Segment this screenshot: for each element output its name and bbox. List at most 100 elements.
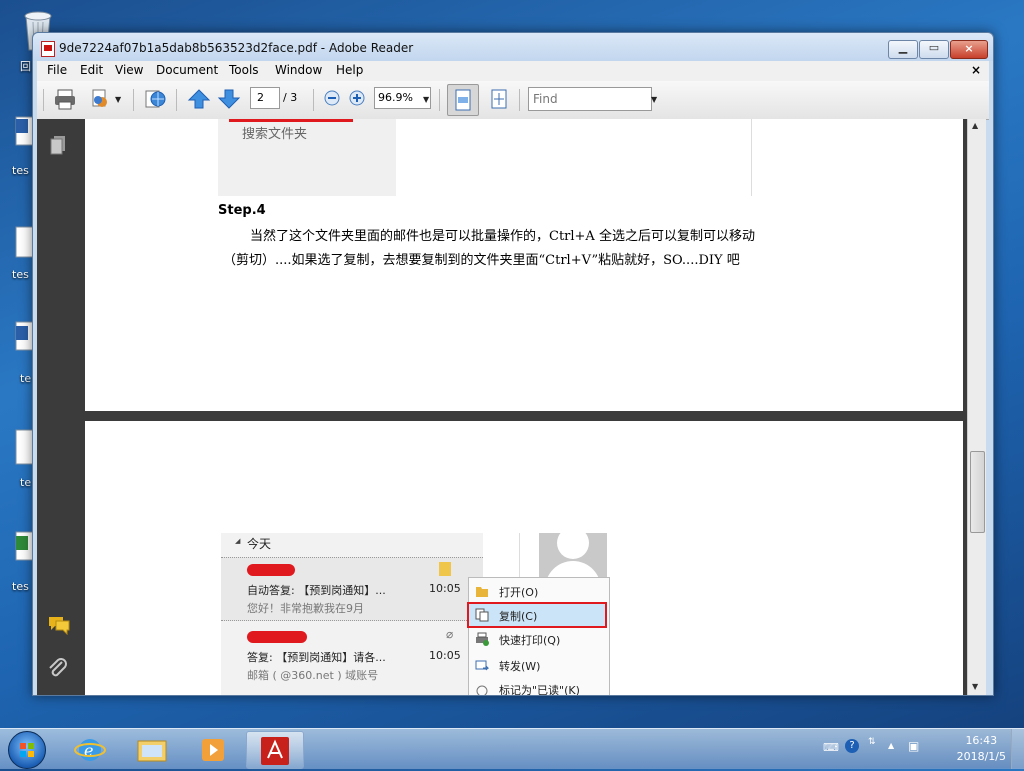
notification-icon[interactable]: ⇅ — [868, 737, 876, 747]
menu-view[interactable]: View — [115, 63, 143, 77]
clock-time: 16:43 — [965, 734, 998, 747]
page-total: / 3 — [283, 91, 298, 104]
internet-explorer-icon: e — [74, 739, 106, 761]
context-menu-mark-read[interactable]: 标记为"已读"(K) — [469, 678, 605, 695]
taskbar-adobe-reader[interactable] — [246, 731, 304, 769]
start-button[interactable] — [8, 731, 46, 769]
toolbar-separator — [133, 89, 134, 111]
maximize-button[interactable]: ▭ — [919, 40, 949, 59]
zoom-out-button[interactable] — [323, 89, 341, 107]
context-menu-label: 快速打印(Q) — [499, 634, 561, 647]
menu-help[interactable]: Help — [336, 63, 363, 77]
redacted-sender — [247, 564, 295, 576]
context-menu-quick-print[interactable]: 快速打印(Q) — [469, 628, 605, 650]
desktop-icon-label: tes — [12, 164, 29, 177]
menu-window[interactable]: Window — [275, 63, 322, 77]
show-hidden-icons[interactable]: ▲ — [888, 741, 894, 750]
help-icon[interactable]: ? — [845, 739, 859, 753]
attachments-icon[interactable] — [47, 657, 69, 679]
minimize-icon: ▁ — [898, 41, 908, 54]
scroll-down-icon[interactable]: ▼ — [972, 682, 978, 691]
adobe-reader-window: 9de7224af07b1a5dab8b563523d2face.pdf - A… — [32, 32, 994, 696]
context-menu-label: 标记为"已读"(K) — [499, 684, 580, 695]
menu-file[interactable]: File — [47, 63, 67, 77]
comments-icon[interactable] — [47, 615, 71, 636]
paragraph-line: 当然了这个文件夹里面的邮件也是可以批量操作的，Ctrl+A 全选之后可以复制可以… — [250, 229, 755, 244]
scroll-up-icon[interactable]: ▲ — [972, 121, 978, 130]
vertical-scrollbar[interactable]: ▲ ▼ — [967, 119, 986, 695]
attachment-icon: ⌀ — [446, 627, 454, 641]
show-desktop-button[interactable] — [1011, 729, 1024, 769]
zoom-in-button[interactable] — [348, 89, 366, 107]
taskbar-internet-explorer[interactable]: e — [62, 731, 118, 767]
avatar — [539, 533, 607, 581]
chevron-down-icon[interactable]: ▼ — [423, 95, 429, 104]
collaborate-button[interactable] — [89, 87, 113, 111]
step-heading: Step.4 — [218, 203, 266, 218]
screenshot-image: 搜索文件夹 — [218, 119, 397, 196]
toolbar: ▼ 2 / 3 96.9% ▼ Find ▼ — [37, 81, 989, 120]
toolbar-separator — [519, 89, 520, 111]
media-player-icon — [202, 739, 224, 761]
context-menu-open[interactable]: 打开(O) — [469, 580, 605, 602]
fit-width-button[interactable] — [447, 84, 479, 116]
copy-icon — [475, 608, 489, 622]
previous-page-button[interactable] — [187, 87, 211, 111]
context-menu-copy[interactable]: 复制(C) — [467, 602, 607, 628]
windows-logo-icon — [20, 743, 34, 757]
page-number-input[interactable]: 2 — [250, 87, 280, 109]
taskbar-media-player[interactable] — [186, 731, 242, 767]
toolbar-separator — [176, 89, 177, 111]
quick-print-icon — [475, 632, 489, 646]
context-menu-label: 复制(C) — [499, 610, 538, 623]
adobe-reader-icon — [261, 737, 289, 765]
image-text: 搜索文件夹 — [242, 127, 308, 142]
desktop-icon-label: te — [20, 372, 32, 385]
mail-subject: 自动答复: 【预到岗通知】... — [247, 584, 386, 597]
clock-date: 2018/1/5 — [956, 750, 1006, 763]
mail-time: 10:05 — [429, 649, 461, 662]
desktop-icon-label: te — [20, 476, 32, 489]
taskbar-file-explorer[interactable] — [124, 731, 180, 767]
navigation-panel — [37, 119, 79, 695]
mark-read-icon — [475, 682, 489, 695]
next-page-button[interactable] — [217, 87, 241, 111]
mail-preview: 邮箱 ( @360.net ) 域账号 — [247, 669, 379, 682]
mail-subject: 答复: 【预到岗通知】请各... — [247, 651, 386, 664]
fit-page-button[interactable] — [487, 87, 511, 111]
document-view[interactable]: 搜索文件夹 Step.4 当然了这个文件夹里面的邮件也是可以批量操作的，Ctrl… — [79, 119, 967, 695]
outlook-mail-list-image: ◢ 今天 自动答复: 【预到岗通知】... 10:05 您好！非常抱歉我在9月 … — [221, 533, 483, 695]
system-clock[interactable]: 16:43 2018/1/5 — [957, 733, 1006, 765]
close-button[interactable]: × — [950, 40, 988, 59]
window-title: 9de7224af07b1a5dab8b563523d2face.pdf - A… — [59, 41, 414, 55]
print-button[interactable] — [53, 87, 77, 111]
highlight-box — [229, 119, 353, 122]
menu-tools[interactable]: Tools — [229, 63, 259, 77]
maximize-icon: ▭ — [928, 41, 940, 54]
scroll-thumb[interactable] — [970, 451, 985, 533]
close-document-icon[interactable]: × — [971, 63, 981, 77]
flag-icon — [439, 562, 451, 576]
menu-bar: File Edit View Document Tools Window Hel… — [37, 61, 989, 81]
minimize-button[interactable]: ▁ — [888, 40, 918, 59]
menu-document[interactable]: Document — [156, 63, 218, 77]
find-input[interactable]: Find — [528, 87, 652, 111]
online-services-button[interactable] — [143, 87, 167, 111]
desktop-icon-label: tes — [12, 580, 29, 593]
keyboard-icon[interactable]: ⌨ — [823, 741, 839, 754]
chevron-down-icon[interactable]: ▼ — [651, 95, 657, 104]
title-bar[interactable]: 9de7224af07b1a5dab8b563523d2face.pdf - A… — [33, 33, 993, 61]
zoom-out-icon — [324, 90, 340, 106]
context-menu-label: 转发(W) — [499, 660, 541, 673]
zoom-in-icon — [349, 90, 365, 106]
chevron-down-icon[interactable]: ▼ — [115, 95, 121, 104]
printer-icon — [55, 89, 75, 110]
context-menu-forward[interactable]: 转发(W) — [469, 654, 605, 676]
menu-edit[interactable]: Edit — [80, 63, 103, 77]
context-menu-label: 打开(O) — [499, 586, 539, 599]
mail-item-selected: 自动答复: 【预到岗通知】... 10:05 您好！非常抱歉我在9月 — [221, 557, 483, 621]
context-menu: 打开(O) 复制(C) 快速打印(Q) 转发(W) 标记为"已读"(K) — [467, 577, 610, 695]
screenshot-image — [396, 119, 752, 196]
network-icon[interactable]: ▣ — [908, 739, 919, 753]
pages-icon[interactable] — [50, 135, 66, 155]
